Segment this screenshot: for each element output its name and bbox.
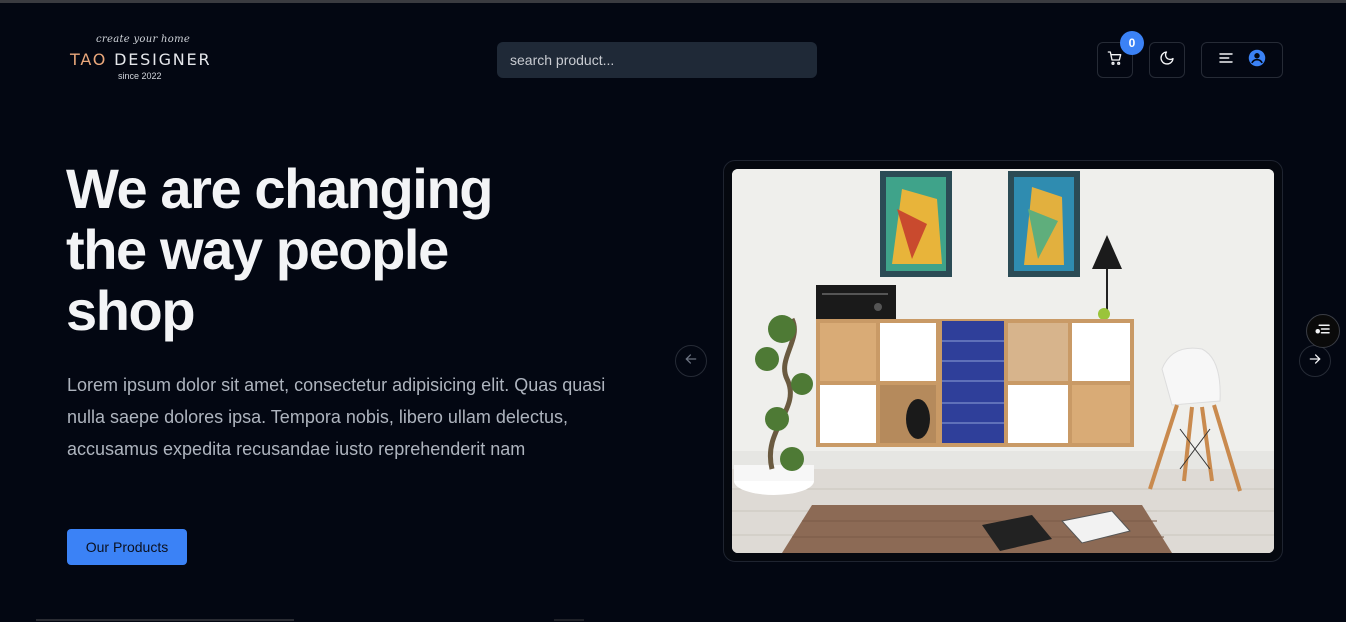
cart-icon: [1107, 50, 1123, 71]
search-input[interactable]: [497, 42, 817, 78]
carousel-slide-image: [732, 169, 1274, 553]
logo-brand-accent: TAO: [70, 50, 108, 69]
logo-tagline: create your home: [96, 34, 191, 45]
arrow-right-icon: [1308, 352, 1322, 371]
hero-description: Lorem ipsum dolor sit amet, consectetur …: [67, 375, 606, 459]
arrow-left-icon: [684, 352, 698, 371]
scroll-indicator-secondary: [554, 619, 584, 621]
carousel-prev-button[interactable]: [675, 345, 707, 377]
scroll-indicator: [36, 619, 294, 621]
logo-brand-rest: DESIGNER: [107, 50, 212, 69]
hero-title: We are changing the way people shop: [66, 157, 493, 342]
our-products-button[interactable]: Our Products: [67, 529, 187, 565]
cart-count-badge: 0: [1120, 31, 1144, 55]
carousel-next-button[interactable]: [1299, 345, 1331, 377]
window-top-border: [0, 0, 1346, 3]
moon-icon: [1159, 50, 1175, 71]
floating-settings-button[interactable]: [1306, 314, 1340, 348]
logo-since: since 2022: [118, 71, 162, 81]
theme-toggle-button[interactable]: [1149, 42, 1185, 78]
settings-list-icon: [1314, 320, 1332, 343]
user-menu-button[interactable]: [1201, 42, 1283, 78]
user-icon: [1248, 49, 1266, 72]
menu-icon: [1218, 50, 1234, 71]
logo-brand: TAO DESIGNER: [70, 50, 211, 69]
logo[interactable]: create your home TAO DESIGNER since 2022: [70, 34, 220, 84]
